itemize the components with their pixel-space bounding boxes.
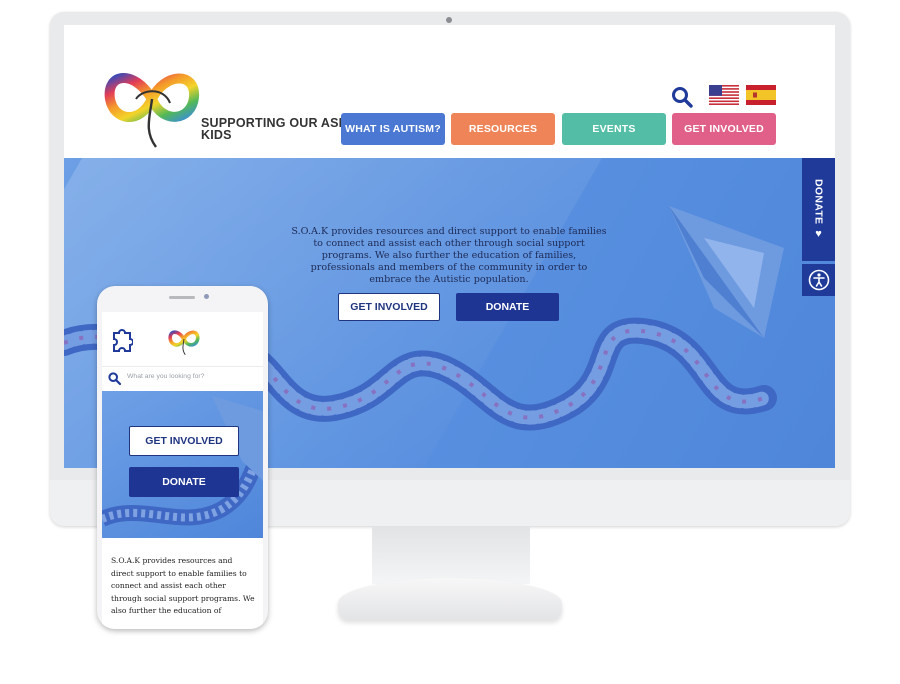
mobile-search-icon — [108, 372, 121, 385]
mobile-hero-banner: GET INVOLVED DONATE — [102, 391, 263, 538]
spain-flag-icon[interactable] — [746, 85, 776, 105]
hero-mission-text: S.O.A.K provides resources and direct su… — [291, 226, 607, 285]
soak-mobile-logo-icon[interactable] — [168, 326, 200, 356]
search-icon[interactable] — [671, 86, 693, 108]
brand-name[interactable]: SUPPORTING OUR ASD KIDS — [201, 117, 351, 142]
mobile-ribbon-image — [102, 396, 263, 527]
hero-donate-button[interactable]: DONATE — [456, 293, 559, 321]
phone-speaker — [169, 296, 195, 299]
heart-icon: ♥ — [815, 228, 822, 241]
mobile-screen: What are you looking for? GET INVOLVED D… — [102, 312, 263, 629]
donate-side-tab-label: DONATE — [812, 178, 825, 225]
monitor-stand-base — [338, 578, 562, 620]
us-flag-icon[interactable] — [709, 85, 739, 105]
monitor-camera — [446, 17, 452, 23]
monitor-stand-neck — [372, 526, 530, 584]
nav-what-is-autism[interactable]: WHAT IS AUTISM? — [341, 113, 445, 145]
soak-logo-icon[interactable] — [104, 59, 200, 151]
donate-side-tab[interactable]: DONATE ♥ — [802, 158, 835, 261]
accessibility-button[interactable] — [802, 264, 835, 296]
accessibility-icon — [808, 269, 829, 291]
mobile-intro-text: S.O.A.K provides resources and direct su… — [111, 556, 255, 615]
mobile-search-placeholder: What are you looking for? — [127, 373, 205, 380]
mobile-phone: What are you looking for? GET INVOLVED D… — [97, 286, 268, 629]
site-header: SUPPORTING OUR ASD KIDS WHAT IS AUTISM? … — [64, 25, 835, 158]
nav-get-involved[interactable]: GET INVOLVED — [672, 113, 776, 145]
mobile-search-bar[interactable]: What are you looking for? — [102, 366, 263, 392]
mobile-donate-button[interactable]: DONATE — [129, 467, 239, 497]
phone-camera — [204, 294, 209, 299]
hero-get-involved-button[interactable]: GET INVOLVED — [338, 293, 440, 321]
puzzle-menu-icon[interactable] — [111, 328, 133, 354]
mobile-get-involved-button[interactable]: GET INVOLVED — [129, 426, 239, 456]
nav-events[interactable]: EVENTS — [562, 113, 666, 145]
nav-resources[interactable]: RESOURCES — [451, 113, 555, 145]
